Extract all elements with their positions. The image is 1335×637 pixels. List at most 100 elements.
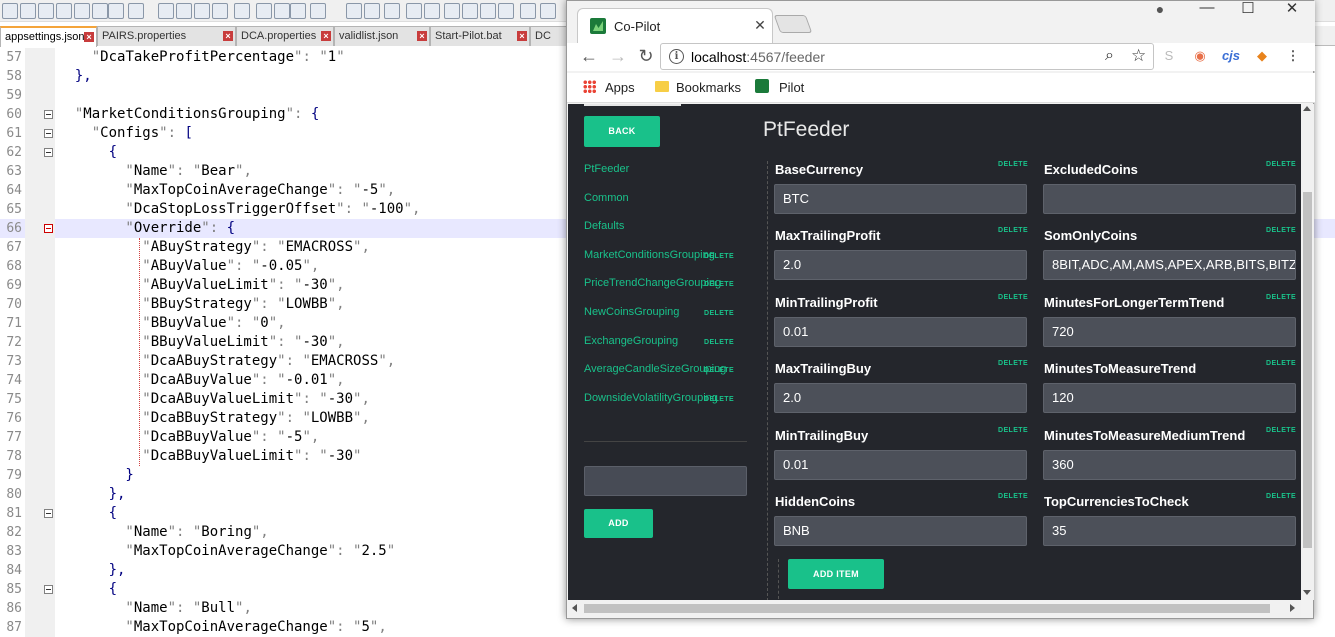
- field-input[interactable]: [1043, 184, 1296, 214]
- vertical-scrollbar[interactable]: [1301, 104, 1314, 600]
- new-tab-button[interactable]: [773, 15, 813, 33]
- close-tab-icon[interactable]: ×: [84, 32, 94, 42]
- toolbar-button-icon[interactable]: [274, 3, 290, 19]
- address-bar[interactable]: i localhost:4567/feeder ⌕ ☆: [660, 43, 1154, 70]
- field-delete-button[interactable]: DELETE: [1266, 493, 1296, 500]
- field-delete-button[interactable]: DELETE: [1266, 360, 1296, 367]
- file-tab[interactable]: Start-Pilot.bat ×: [430, 26, 530, 46]
- field-input[interactable]: 360: [1043, 449, 1296, 480]
- field-delete-button[interactable]: DELETE: [998, 360, 1028, 367]
- file-tab[interactable]: DC: [530, 26, 570, 46]
- field-delete-button[interactable]: DELETE: [998, 493, 1028, 500]
- toolbar-button-icon[interactable]: [540, 3, 556, 19]
- toolbar-button-icon[interactable]: [406, 3, 422, 19]
- reload-icon[interactable]: ↻: [635, 45, 657, 67]
- field-input[interactable]: BNB: [774, 516, 1027, 546]
- file-tab[interactable]: appsettings.json ×: [0, 26, 97, 47]
- sidebar-item[interactable]: DownsideVolatilityGrouping: [584, 392, 718, 404]
- zoom-icon[interactable]: ⌕: [1105, 47, 1114, 65]
- toolbar-button-icon[interactable]: [38, 3, 54, 19]
- field-delete-button[interactable]: DELETE: [998, 161, 1028, 168]
- sidebar-item[interactable]: PtFeeder: [584, 163, 629, 175]
- sidebar-delete-button[interactable]: DELETE: [704, 339, 734, 346]
- field-input[interactable]: 720: [1043, 316, 1296, 347]
- close-tab-icon[interactable]: ×: [223, 31, 233, 41]
- sidebar-delete-button[interactable]: DELETE: [704, 310, 734, 317]
- scroll-right-arrow-icon[interactable]: [1290, 604, 1295, 612]
- field-input[interactable]: 8BIT,ADC,AM,AMS,APEX,ARB,BITS,BITZ,BL: [1043, 250, 1296, 281]
- toolbar-button-icon[interactable]: [158, 3, 174, 19]
- scroll-up-arrow-icon[interactable]: [1303, 106, 1311, 111]
- forward-arrow-icon[interactable]: →: [607, 45, 629, 67]
- sidebar-delete-button[interactable]: DELETE: [704, 367, 734, 374]
- field-delete-button[interactable]: DELETE: [1266, 161, 1296, 168]
- minimize-button[interactable]: —: [1192, 0, 1222, 17]
- url-text[interactable]: localhost:4567/feeder: [691, 49, 825, 65]
- toolbar-button-icon[interactable]: [480, 3, 496, 19]
- field-input[interactable]: BTC: [774, 184, 1027, 214]
- back-button[interactable]: BACK: [584, 116, 660, 147]
- scroll-left-arrow-icon[interactable]: [572, 604, 577, 612]
- fold-toggle-icon[interactable]: [44, 148, 53, 157]
- toolbar-button-icon[interactable]: [310, 3, 326, 19]
- menu-kebab-icon[interactable]: ⋮: [1283, 46, 1303, 66]
- toolbar-button-icon[interactable]: [2, 3, 18, 19]
- profile-icon[interactable]: ●: [1151, 1, 1169, 17]
- sidebar-delete-button[interactable]: DELETE: [704, 253, 734, 260]
- toolbar-button-icon[interactable]: [176, 3, 192, 19]
- new-section-input[interactable]: [584, 466, 747, 496]
- toolbar-button-icon[interactable]: [128, 3, 144, 19]
- extension-icon[interactable]: ◉: [1190, 46, 1210, 66]
- toolbar-button-icon[interactable]: [74, 3, 90, 19]
- fold-toggle-icon[interactable]: [44, 129, 53, 138]
- toolbar-button-icon[interactable]: [234, 3, 250, 19]
- toolbar-button-icon[interactable]: [498, 3, 514, 19]
- close-tab-icon[interactable]: ×: [517, 31, 527, 41]
- sidebar-item[interactable]: ExchangeGrouping: [584, 335, 678, 347]
- file-tab[interactable]: PAIRS.properties ×: [97, 26, 236, 46]
- scroll-down-arrow-icon[interactable]: [1303, 590, 1311, 595]
- add-item-button[interactable]: ADD ITEM: [788, 559, 884, 589]
- bookmark-star-icon[interactable]: ☆: [1131, 46, 1146, 66]
- toolbar-button-icon[interactable]: [92, 3, 108, 19]
- field-input[interactable]: 0.01: [774, 449, 1027, 480]
- fold-toggle-icon[interactable]: [44, 110, 53, 119]
- fold-toggle-icon[interactable]: [44, 224, 53, 233]
- sidebar-item[interactable]: MarketConditionsGrouping: [584, 249, 715, 261]
- toolbar-button-icon[interactable]: [444, 3, 460, 19]
- toolbar-button-icon[interactable]: [20, 3, 36, 19]
- field-input[interactable]: 0.01: [774, 316, 1027, 347]
- bookmark-apps[interactable]: Apps: [605, 78, 635, 98]
- field-delete-button[interactable]: DELETE: [1266, 227, 1296, 234]
- horizontal-scrollbar[interactable]: [568, 600, 1301, 617]
- back-arrow-icon[interactable]: ←: [578, 45, 600, 67]
- close-tab-icon[interactable]: ×: [417, 31, 427, 41]
- field-delete-button[interactable]: DELETE: [998, 427, 1028, 434]
- scroll-thumb[interactable]: [584, 604, 1270, 613]
- field-delete-button[interactable]: DELETE: [1266, 294, 1296, 301]
- sidebar-item[interactable]: PriceTrendChangeGrouping: [584, 277, 721, 289]
- sidebar-delete-button[interactable]: DELETE: [704, 396, 734, 403]
- field-input[interactable]: 2.0: [774, 250, 1027, 281]
- info-icon[interactable]: i: [669, 49, 684, 64]
- fold-toggle-icon[interactable]: [44, 509, 53, 518]
- toolbar-button-icon[interactable]: [256, 3, 272, 19]
- scroll-thumb[interactable]: [1303, 192, 1312, 548]
- file-tab[interactable]: DCA.properties ×: [236, 26, 334, 46]
- bookmark-pilot[interactable]: Pilot: [779, 78, 804, 98]
- skype-extension-icon[interactable]: S: [1159, 46, 1179, 66]
- toolbar-button-icon[interactable]: [364, 3, 380, 19]
- browser-tab[interactable]: Co-Pilot ✕: [577, 8, 773, 43]
- toolbar-button-icon[interactable]: [520, 3, 536, 19]
- sidebar-item[interactable]: Common: [584, 192, 629, 204]
- field-delete-button[interactable]: DELETE: [998, 294, 1028, 301]
- code-line[interactable]: 87 "MaxTopCoinAverageChange": "5",: [0, 618, 1335, 637]
- toolbar-button-icon[interactable]: [424, 3, 440, 19]
- toolbar-button-icon[interactable]: [462, 3, 478, 19]
- field-input[interactable]: 120: [1043, 383, 1296, 414]
- field-input[interactable]: 2.0: [774, 383, 1027, 414]
- close-window-button[interactable]: ✕: [1277, 0, 1307, 17]
- close-tab-icon[interactable]: ✕: [752, 17, 768, 34]
- file-tab[interactable]: validlist.json ×: [334, 26, 430, 46]
- toolbar-button-icon[interactable]: [56, 3, 72, 19]
